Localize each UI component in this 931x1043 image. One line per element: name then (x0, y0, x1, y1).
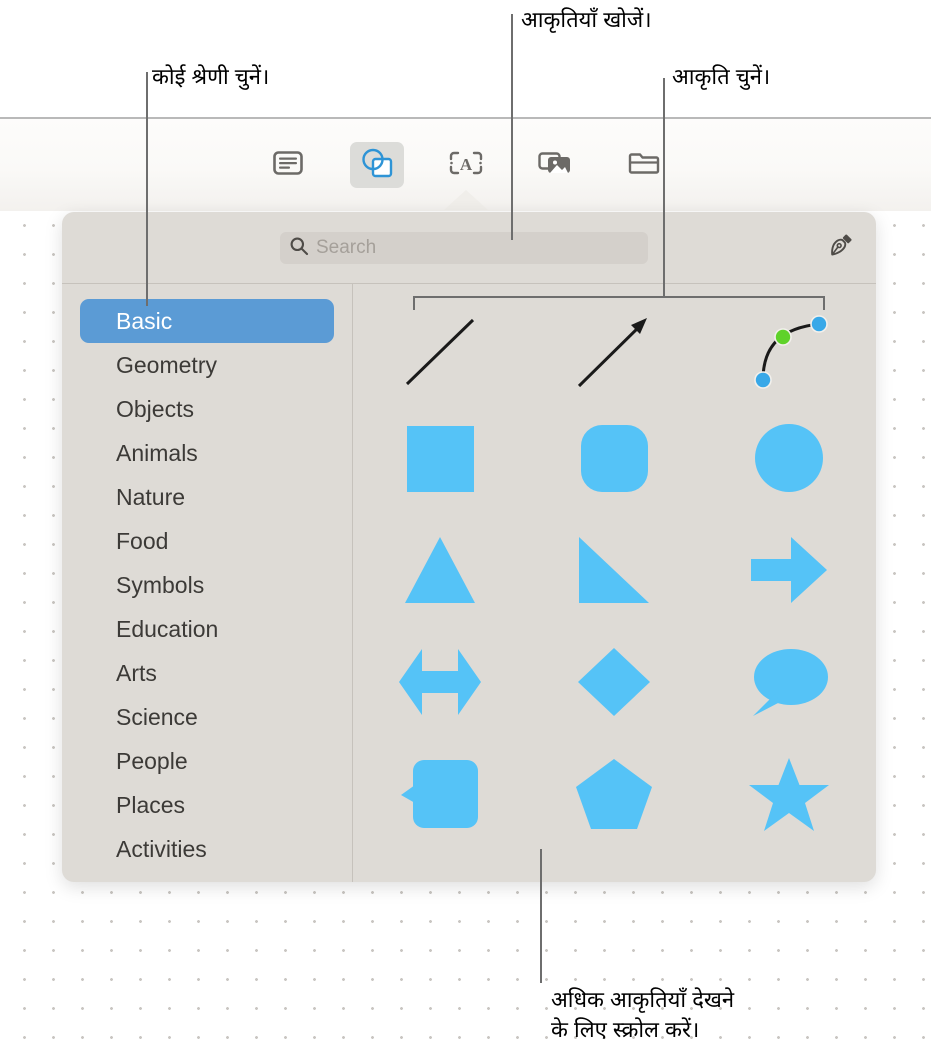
sidebar-item-animals[interactable]: Animals (80, 431, 334, 475)
sidebar-item-label: Animals (116, 439, 198, 466)
shapes-grid (353, 284, 876, 882)
callout-scroll-for-more: अधिक आकृतियाँ देखने के लिए स्क्रोल करें। (551, 985, 734, 1043)
sidebar-item-label: Basic (116, 307, 173, 334)
sidebar-item-arts[interactable]: Arts (80, 651, 334, 695)
sidebar-item-people[interactable]: People (80, 739, 334, 783)
sidebar-item-science[interactable]: Science (80, 695, 334, 739)
shape-item-square[interactable] (353, 402, 527, 514)
draw-with-pen-button[interactable] (824, 232, 858, 264)
shape-item-speech-bubble[interactable] (702, 626, 876, 738)
shape-item-circle[interactable] (702, 402, 876, 514)
sidebar-item-label: Places (116, 791, 186, 818)
triangle-shape (405, 537, 476, 603)
toolbar-button-text[interactable] (261, 142, 315, 188)
sidebar-item-label: Science (116, 703, 198, 730)
rounded-square-shape (581, 425, 649, 492)
popover-header: Search (62, 212, 876, 283)
square-shape (407, 426, 475, 492)
diamond-shape (578, 648, 651, 716)
text-art-icon: A (449, 150, 483, 181)
screenshot-root: A Search Basic Geometry Objects Animals … (0, 0, 931, 1043)
sidebar-item-food[interactable]: Food (80, 519, 334, 563)
sidebar-item-label: Nature (116, 483, 186, 510)
shape-item-right-triangle[interactable] (527, 514, 701, 626)
shape-item-rounded-square[interactable] (527, 402, 701, 514)
star-shape (748, 758, 829, 831)
search-input[interactable]: Search (280, 232, 648, 264)
callout-choose-shape: आकृति चुनें। (672, 64, 771, 89)
sidebar-item-label: People (116, 747, 188, 774)
sidebar-item-label: Objects (116, 395, 194, 422)
sidebar-item-education[interactable]: Education (80, 607, 334, 651)
shapes-row (353, 626, 876, 738)
shapes-row (353, 738, 876, 850)
shapes-icon (359, 148, 395, 183)
sidebar-item-label: Symbols (116, 571, 205, 598)
sidebar-item-label: Geometry (116, 351, 217, 378)
shapes-row (353, 402, 876, 514)
shape-item-diamond[interactable] (527, 626, 701, 738)
right-triangle-shape (579, 537, 650, 603)
shapes-bracket (413, 296, 825, 310)
shapes-popover: Search Basic Geometry Objects Animals Na… (62, 212, 876, 882)
leader-line-choose-category (146, 72, 148, 306)
shape-item-callout[interactable] (353, 738, 527, 850)
callout-box-shape (401, 760, 479, 828)
shape-item-double-arrow[interactable] (353, 626, 527, 738)
sidebar-item-label: Food (116, 527, 169, 554)
leader-line-search-shapes (511, 14, 513, 240)
callout-choose-category: कोई श्रेणी चुनें। (152, 64, 270, 89)
sidebar-item-symbols[interactable]: Symbols (80, 563, 334, 607)
toolbar-button-text-art[interactable]: A (439, 142, 493, 188)
toolbar-button-media[interactable] (528, 142, 582, 188)
sidebar-item-label: Education (116, 615, 219, 642)
right-arrow-shape (750, 537, 827, 603)
sidebar-item-objects[interactable]: Objects (80, 387, 334, 431)
circle-shape (754, 424, 823, 492)
line-shape (406, 318, 475, 386)
sidebar-item-activities[interactable]: Activities (80, 827, 334, 871)
sidebar-item-label: Activities (116, 835, 207, 862)
sidebar-item-places[interactable]: Places (80, 783, 334, 827)
text-box-icon (272, 150, 303, 181)
popover-arrow (444, 190, 488, 210)
callout-scroll-line2: के लिए स्क्रोल करें। (551, 1017, 700, 1042)
bezier-curve-shape (754, 315, 828, 389)
sidebar-item-geometry[interactable]: Geometry (80, 343, 334, 387)
shapes-row (353, 514, 876, 626)
sidebar-item-basic[interactable]: Basic (80, 299, 334, 343)
folder-icon (628, 150, 660, 181)
pen-icon (828, 233, 854, 264)
arrow-line-shape (578, 318, 648, 388)
category-sidebar: Basic Geometry Objects Animals Nature Fo… (62, 284, 352, 882)
callout-scroll-line1: अधिक आकृतियाँ देखने (551, 987, 735, 1012)
svg-text:A: A (459, 155, 472, 174)
toolbar-button-shape[interactable] (349, 142, 404, 188)
sidebar-item-label: Arts (116, 659, 157, 686)
media-icon (537, 150, 572, 181)
callout-search-shapes: आकृतियाँ खोजें। (521, 7, 652, 32)
leader-line-scroll-for-more (540, 849, 542, 983)
double-arrow-shape (399, 649, 482, 715)
shape-item-pentagon[interactable] (527, 738, 701, 850)
search-icon (289, 236, 309, 261)
shape-item-triangle[interactable] (353, 514, 527, 626)
sidebar-item-nature[interactable]: Nature (80, 475, 334, 519)
leader-line-choose-shape (663, 78, 665, 297)
shape-item-star[interactable] (702, 738, 876, 850)
search-placeholder-text: Search (316, 237, 377, 258)
shape-item-right-arrow[interactable] (702, 514, 876, 626)
speech-bubble-shape (752, 649, 828, 716)
pentagon-shape (576, 759, 653, 829)
